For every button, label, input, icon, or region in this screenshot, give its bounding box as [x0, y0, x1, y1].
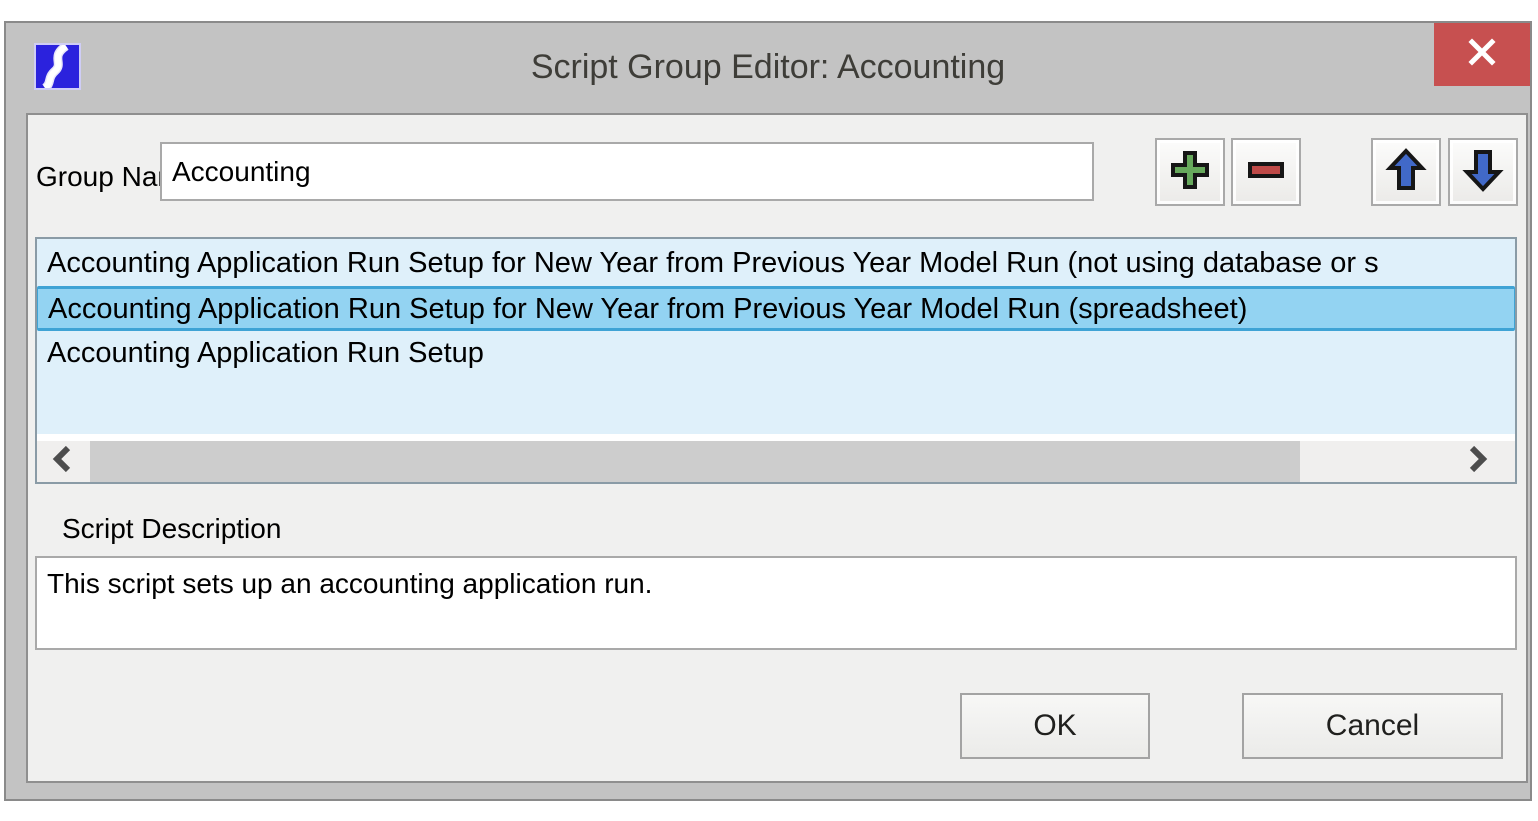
- move-down-button[interactable]: [1448, 138, 1518, 206]
- scroll-right-button[interactable]: [1453, 441, 1503, 482]
- titlebar[interactable]: Script Group Editor: Accounting: [6, 23, 1530, 113]
- remove-script-button[interactable]: [1231, 138, 1301, 206]
- script-group-editor-dialog: Script Group Editor: Accounting Group Na…: [4, 21, 1532, 801]
- scrollbar-thumb[interactable]: [90, 441, 1300, 482]
- list-item-selected[interactable]: Accounting Application Run Setup for New…: [37, 286, 1515, 331]
- script-description-text[interactable]: This script sets up an accounting applic…: [35, 556, 1517, 650]
- plus-icon: [1167, 147, 1213, 198]
- script-description-label: Script Description: [62, 513, 281, 545]
- arrow-down-icon: [1460, 147, 1506, 198]
- group-name-input[interactable]: [160, 142, 1094, 201]
- list-item[interactable]: Accounting Application Run Setup: [37, 331, 1515, 376]
- chevron-right-icon: [1468, 446, 1488, 477]
- close-button[interactable]: [1434, 23, 1530, 86]
- dialog-content-panel: Group Name: [26, 113, 1528, 783]
- screen: Script Group Editor: Accounting Group Na…: [0, 0, 1538, 821]
- scroll-left-button[interactable]: [37, 441, 87, 482]
- chevron-left-icon: [52, 446, 72, 477]
- script-list: Accounting Application Run Setup for New…: [35, 237, 1517, 484]
- ok-button[interactable]: OK: [960, 693, 1150, 759]
- window-title: Script Group Editor: Accounting: [6, 23, 1530, 113]
- close-x-icon: [1467, 37, 1497, 72]
- add-script-button[interactable]: [1155, 138, 1225, 206]
- minus-icon: [1243, 147, 1289, 198]
- horizontal-scrollbar[interactable]: [37, 441, 1515, 482]
- cancel-button[interactable]: Cancel: [1242, 693, 1503, 759]
- script-list-viewport: Accounting Application Run Setup for New…: [37, 239, 1515, 434]
- arrow-up-icon: [1383, 147, 1429, 198]
- move-up-button[interactable]: [1371, 138, 1441, 206]
- list-item[interactable]: Accounting Application Run Setup for New…: [37, 241, 1515, 286]
